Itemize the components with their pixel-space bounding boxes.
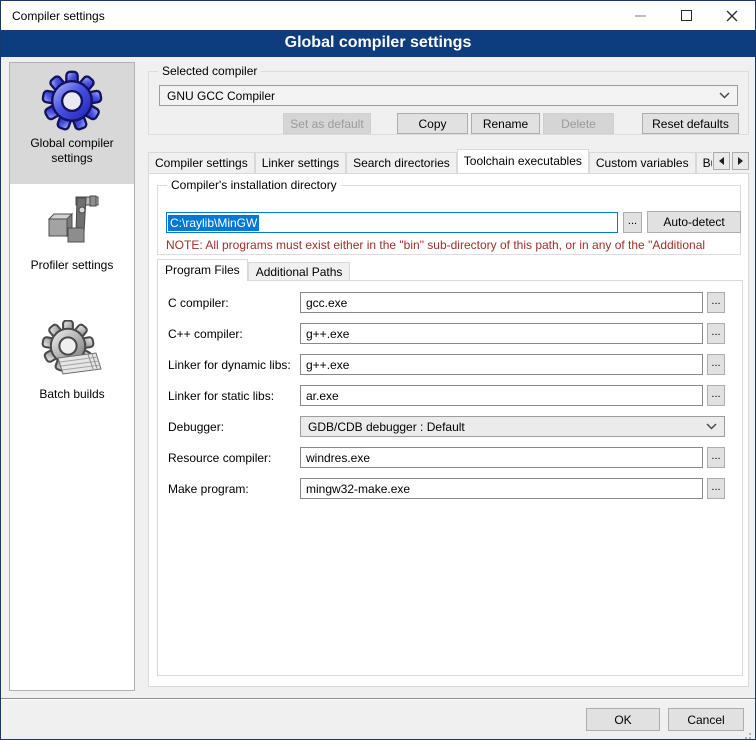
- sidebar-item-profiler-settings[interactable]: Profiler settings: [10, 184, 134, 294]
- close-icon: [726, 10, 738, 22]
- tab-compiler-settings[interactable]: Compiler settings: [148, 152, 255, 173]
- delete-button: Delete: [543, 113, 614, 134]
- page-title: Global compiler settings: [1, 30, 755, 57]
- arrow-left-icon: [719, 157, 724, 165]
- compiler-buttons-row: Set as default CopyRenameDelete Reset defa…: [283, 113, 739, 134]
- debugger-select[interactable]: GDB/CDB debugger : Default: [300, 416, 725, 437]
- cancel-button[interactable]: Cancel: [668, 708, 744, 731]
- maximize-icon: [681, 10, 692, 21]
- chevron-down-icon: [719, 92, 730, 99]
- reset-defaults-button[interactable]: Reset defaults: [642, 113, 739, 134]
- program-files-page: C compiler:...C++ compiler:...Linker for…: [157, 280, 743, 676]
- field-label: Make program:: [168, 482, 249, 496]
- browse-button[interactable]: ...: [707, 385, 725, 406]
- field-label: Resource compiler:: [168, 451, 271, 465]
- install-dir-input[interactable]: C:\raylib\MinGW: [166, 212, 618, 233]
- gear-blue-icon: [40, 69, 104, 133]
- tab-scroll-right-button[interactable]: [732, 152, 749, 170]
- install-dir-selected-text: C:\raylib\MinGW: [168, 215, 259, 231]
- field-row-linker-for-static-libs: Linker for static libs:...: [158, 385, 742, 408]
- field-row-make-program: Make program:...: [158, 478, 742, 501]
- close-button[interactable]: [709, 1, 755, 30]
- compiler-settings-dialog: Compiler settings Global compiler settin…: [0, 0, 756, 740]
- batch-builds-gear-icon: [40, 320, 104, 384]
- tab-strip: Compiler settingsLinker settingsSearch d…: [148, 149, 712, 173]
- chevron-down-icon: [706, 423, 717, 430]
- browse-button[interactable]: ...: [707, 292, 725, 313]
- linker-for-static-libs-input[interactable]: [300, 385, 703, 406]
- arrow-right-icon: [738, 157, 743, 165]
- tab-custom-variables[interactable]: Custom variables: [589, 152, 696, 173]
- c-compiler-input[interactable]: [300, 292, 703, 313]
- profiler-caliper-icon: [40, 191, 104, 255]
- tab-scroll-arrows: [713, 152, 749, 170]
- sidebar-item-batch-builds[interactable]: Batch builds: [10, 294, 134, 402]
- selected-compiler-group-label: Selected compiler: [158, 64, 261, 78]
- c-compiler-input[interactable]: [300, 323, 703, 344]
- minimize-icon: [635, 15, 646, 17]
- sidebar-item-label: Batch builds: [10, 387, 134, 402]
- sidebar-item-label: Profiler settings: [10, 258, 134, 273]
- tabs-row: Compiler settingsLinker settingsSearch d…: [148, 149, 749, 173]
- minimize-button[interactable]: [617, 1, 663, 30]
- sidebar-item-label: Global compiler settings: [10, 136, 134, 166]
- tab-linker-settings[interactable]: Linker settings: [255, 152, 346, 173]
- linker-for-dynamic-libs-input[interactable]: [300, 354, 703, 375]
- sidebar-item-global-compiler-settings[interactable]: Global compiler settings: [10, 63, 134, 184]
- rename-button[interactable]: Rename: [471, 113, 540, 134]
- copy-button[interactable]: Copy: [397, 113, 468, 134]
- tab-search-directories[interactable]: Search directories: [346, 152, 457, 173]
- auto-detect-button[interactable]: Auto-detect: [647, 211, 741, 233]
- install-dir-browse-button[interactable]: ...: [623, 212, 642, 233]
- field-label: C compiler:: [168, 296, 229, 310]
- footer-divider: [1, 698, 756, 700]
- resource-compiler-input[interactable]: [300, 447, 703, 468]
- subtabs-row: Program FilesAdditional Paths: [157, 259, 350, 281]
- toolchain-executables-page: Compiler's installation directory C:\ray…: [148, 173, 749, 687]
- install-dir-group: Compiler's installation directory C:\ray…: [157, 185, 741, 255]
- maximize-button[interactable]: [663, 1, 709, 30]
- field-row-c-compiler: C compiler:...: [158, 292, 742, 315]
- field-label: Debugger:: [168, 420, 224, 434]
- titlebar: Compiler settings: [1, 1, 755, 30]
- field-row-c-compiler: C++ compiler:...: [158, 323, 742, 346]
- field-label: Linker for dynamic libs:: [168, 358, 291, 372]
- field-row-resource-compiler: Resource compiler:...: [158, 447, 742, 470]
- install-dir-group-label: Compiler's installation directory: [167, 178, 341, 192]
- subtab-program-files[interactable]: Program Files: [157, 259, 248, 281]
- selected-compiler-value: GNU GCC Compiler: [167, 89, 719, 103]
- field-label: C++ compiler:: [168, 327, 243, 341]
- ok-button[interactable]: OK: [586, 708, 660, 731]
- sidebar: Global compiler settings Profiler setting…: [9, 62, 135, 691]
- field-label: Linker for static libs:: [168, 389, 274, 403]
- browse-button[interactable]: ...: [707, 447, 725, 468]
- selected-compiler-group: Selected compiler GNU GCC Compiler Set a…: [148, 71, 749, 135]
- caption-buttons: [617, 1, 755, 30]
- subtab-additional-paths[interactable]: Additional Paths: [248, 262, 351, 281]
- tab-scroll-left-button[interactable]: [713, 152, 730, 170]
- browse-button[interactable]: ...: [707, 323, 725, 344]
- tab-toolchain-executables[interactable]: Toolchain executables: [457, 149, 589, 173]
- browse-button[interactable]: ...: [707, 478, 725, 499]
- make-program-input[interactable]: [300, 478, 703, 499]
- set-as-default-button: Set as default: [283, 113, 371, 134]
- install-dir-note: NOTE: All programs must exist either in …: [166, 238, 738, 252]
- resize-grip[interactable]: [749, 733, 751, 735]
- window-title: Compiler settings: [1, 9, 105, 23]
- selected-compiler-select[interactable]: GNU GCC Compiler: [159, 85, 738, 106]
- browse-button[interactable]: ...: [707, 354, 725, 375]
- tab-build-options[interactable]: Build options: [696, 152, 712, 173]
- field-row-linker-for-dynamic-libs: Linker for dynamic libs:...: [158, 354, 742, 377]
- select-value: GDB/CDB debugger : Default: [308, 420, 706, 434]
- field-row-debugger: Debugger: GDB/CDB debugger : Default: [158, 416, 742, 439]
